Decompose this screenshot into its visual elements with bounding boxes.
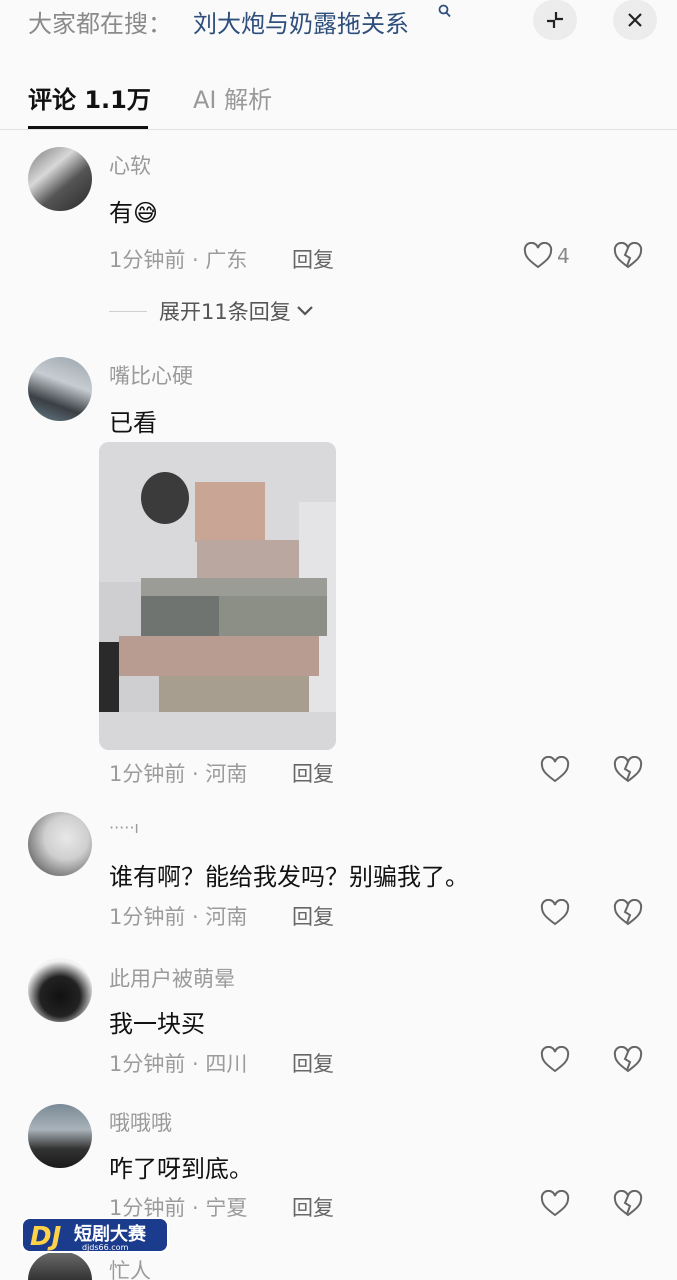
dislike-button[interactable] <box>613 1045 643 1078</box>
comment-text: 有 <box>109 199 133 227</box>
heart-icon <box>523 242 553 269</box>
top-bar: 大家都在搜： 刘大炮与奶露拖关系 <box>0 0 677 40</box>
dislike-button[interactable] <box>613 241 643 274</box>
divider <box>0 129 677 130</box>
dislike-button[interactable] <box>613 755 643 788</box>
collapse-icon <box>547 12 563 28</box>
tab-ai-analysis[interactable]: AI 解析 <box>193 80 272 115</box>
heart-icon <box>540 1190 570 1217</box>
like-button[interactable] <box>540 1046 570 1074</box>
like-button[interactable] <box>540 899 570 927</box>
avatar[interactable] <box>28 958 92 1022</box>
reply-button[interactable]: 回复 <box>292 901 334 931</box>
comment-text-wrap: 有😅 <box>109 193 158 228</box>
username[interactable]: 哦哦哦 <box>109 1107 172 1137</box>
username[interactable]: 此用户被萌晕 <box>109 963 235 993</box>
expand-replies-label: 展开11条回复 <box>159 300 291 324</box>
watermark-logo: DJ 短剧大赛 djds66.com <box>20 1212 170 1260</box>
like-count: 4 <box>557 244 570 268</box>
tab-comments[interactable]: 评论 1.1万 <box>28 80 151 115</box>
search-icon[interactable] <box>438 4 451 22</box>
emoji-sweat-smile: 😅 <box>133 199 159 227</box>
comment-text: 已看 <box>109 409 157 437</box>
broken-heart-icon <box>613 241 643 269</box>
broken-heart-icon <box>613 1189 643 1217</box>
dislike-button[interactable] <box>613 898 643 931</box>
like-button[interactable] <box>540 756 570 784</box>
username[interactable]: 嘴比心硬 <box>109 360 193 390</box>
chevron-down-icon <box>296 306 313 316</box>
watermark-title: 短剧大赛 <box>74 1223 147 1245</box>
avatar[interactable] <box>28 147 92 211</box>
watermark-url: djds66.com <box>82 1243 129 1252</box>
comment-meta: 1分钟前 · 河南 <box>109 762 248 786</box>
comment-meta: 1分钟前 · 河南 <box>109 905 248 929</box>
comment-meta: 1分钟前 · 四川 <box>109 1052 248 1076</box>
avatar[interactable] <box>28 812 92 876</box>
search-prefix: 大家都在搜： <box>28 10 172 38</box>
close-button[interactable] <box>613 0 657 40</box>
broken-heart-icon <box>613 755 643 783</box>
reply-button[interactable]: 回复 <box>292 1192 334 1222</box>
reply-button[interactable]: 回复 <box>292 1048 334 1078</box>
like-button[interactable]: 4 <box>523 242 570 270</box>
broken-heart-icon <box>613 1045 643 1073</box>
heart-icon <box>540 899 570 926</box>
avatar[interactable] <box>28 357 92 421</box>
trending-search-link[interactable]: 刘大炮与奶露拖关系 <box>193 4 409 39</box>
divider <box>109 310 147 312</box>
comment-text: 咋了呀到底。 <box>109 1155 253 1183</box>
watermark-brand: DJ <box>30 1222 62 1252</box>
comment-text: 谁有啊？能给我发吗？别骗我了。 <box>109 863 469 891</box>
like-button[interactable] <box>540 1190 570 1218</box>
collapse-button[interactable] <box>533 0 577 40</box>
expand-replies[interactable]: 展开11条回复 <box>109 296 315 326</box>
comment-text: 我一块买 <box>109 1010 205 1038</box>
username[interactable]: ·····ı <box>109 818 139 837</box>
heart-icon <box>540 1046 570 1073</box>
dislike-button[interactable] <box>613 1189 643 1222</box>
heart-icon <box>540 756 570 783</box>
avatar[interactable] <box>28 1104 92 1168</box>
comment-image[interactable] <box>99 442 336 750</box>
reply-button[interactable]: 回复 <box>292 758 334 788</box>
broken-heart-icon <box>613 898 643 926</box>
tab-bar: 评论 1.1万 AI 解析 <box>0 70 677 130</box>
comment-meta: 1分钟前 · 广东 <box>109 248 248 272</box>
username[interactable]: 心软 <box>109 150 151 180</box>
close-icon <box>628 13 642 27</box>
reply-button[interactable]: 回复 <box>292 244 334 274</box>
